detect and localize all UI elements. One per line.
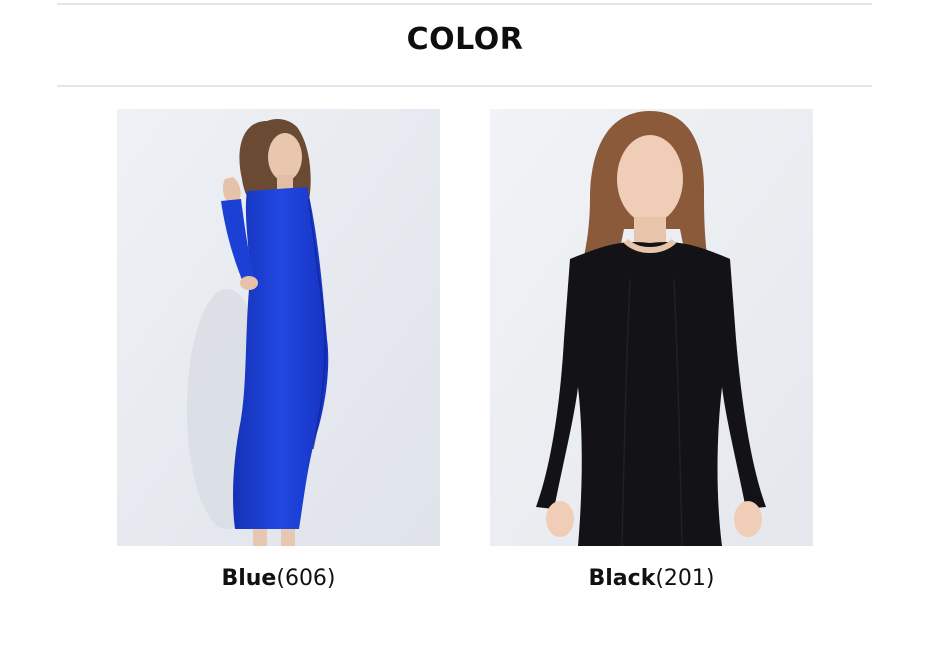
color-name-black: Black <box>588 566 656 591</box>
title-divider <box>57 85 872 87</box>
color-option-blue[interactable]: Blue(606) <box>117 109 440 591</box>
color-count-black: (201) <box>655 566 715 591</box>
blue-caption: Blue(606) <box>117 566 440 591</box>
blue-dress-photo[interactable] <box>117 109 440 546</box>
top-divider <box>57 3 872 5</box>
color-name-blue: Blue <box>221 566 277 591</box>
color-count-blue: (606) <box>276 566 336 591</box>
color-option-black[interactable]: Black(201) <box>490 109 813 591</box>
section-title: COLOR <box>406 22 524 57</box>
black-dress-photo[interactable] <box>490 109 813 546</box>
black-caption: Black(201) <box>490 566 813 591</box>
